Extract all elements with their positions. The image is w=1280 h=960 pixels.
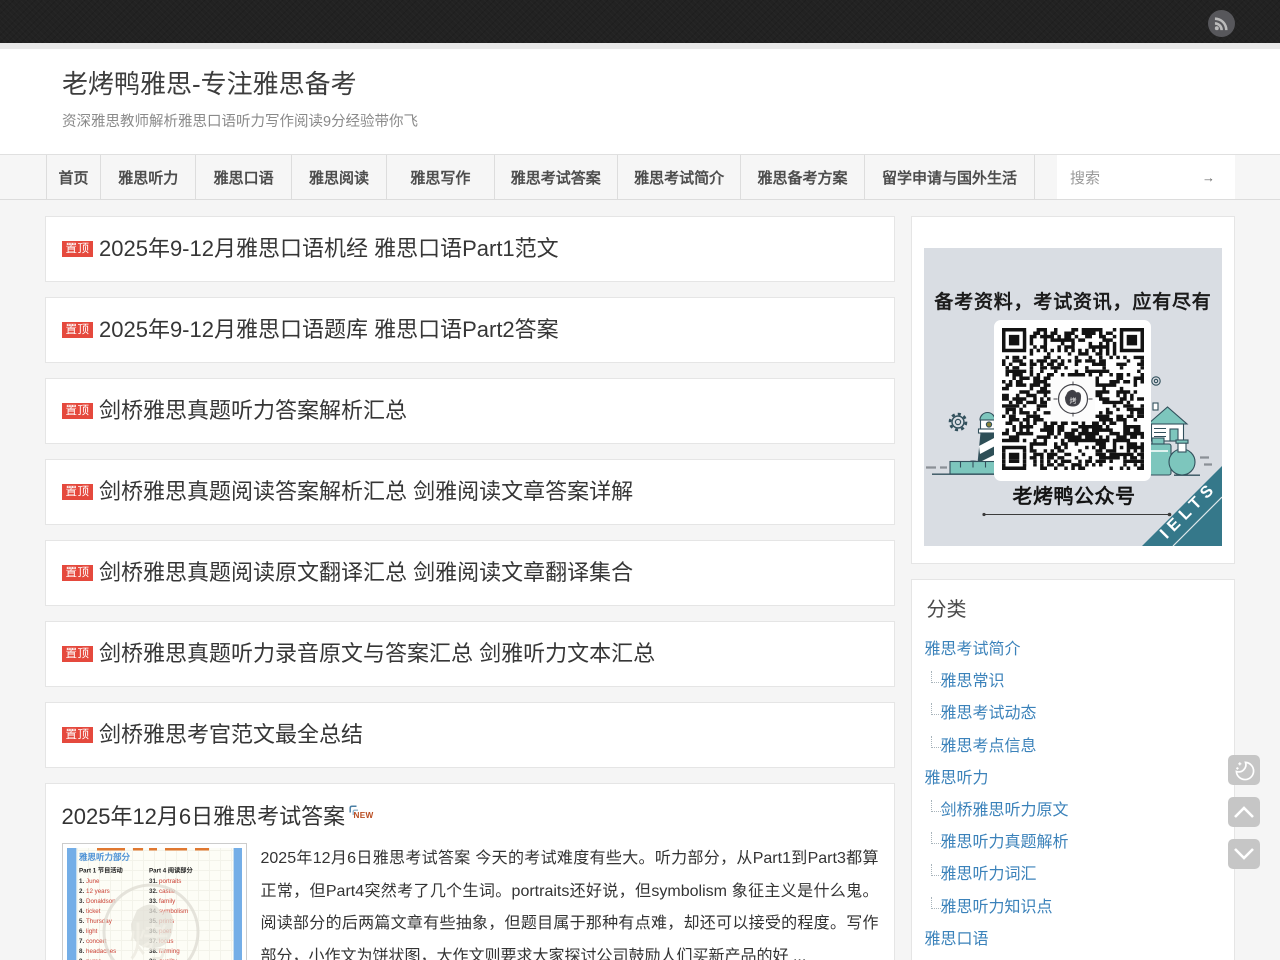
svg-text:雅思听力部分: 雅思听力部分 [78,852,131,862]
svg-text:老烤鸭公众号: 老烤鸭公众号 [1012,484,1135,508]
svg-text:烤: 烤 [129,921,169,960]
svg-text:8.: 8. [79,948,84,955]
svg-text:Part 4 阅读部分: Part 4 阅读部分 [149,867,193,875]
svg-text:备考资料，考试资讯，应有尽有: 备考资料，考试资讯，应有尽有 [933,290,1211,313]
svg-text:portraits: portraits [159,878,181,885]
svg-text:Part 1 节目活动: Part 1 节目活动 [79,867,123,875]
svg-text:light: light [86,928,98,935]
svg-text:family: family [159,898,176,905]
svg-text:烤: 烤 [1069,396,1076,405]
svg-text:4.: 4. [79,908,84,915]
svg-text:1.: 1. [79,878,84,885]
svg-text:headaches: headaches [86,948,116,955]
svg-text:5.: 5. [79,918,84,925]
svg-text:Thursday: Thursday [86,918,113,925]
svg-text:2.: 2. [79,888,84,895]
svg-text:ticket: ticket [86,908,101,915]
svg-text:6.: 6. [79,928,84,935]
svg-text:32.: 32. [149,888,158,895]
svg-text:33.: 33. [149,898,158,905]
svg-text:NEW: NEW [354,811,374,820]
svg-text:3.: 3. [79,898,84,905]
svg-text:12 years: 12 years [86,888,110,895]
svg-text:7.: 7. [79,938,84,945]
svg-text:June: June [86,878,100,885]
